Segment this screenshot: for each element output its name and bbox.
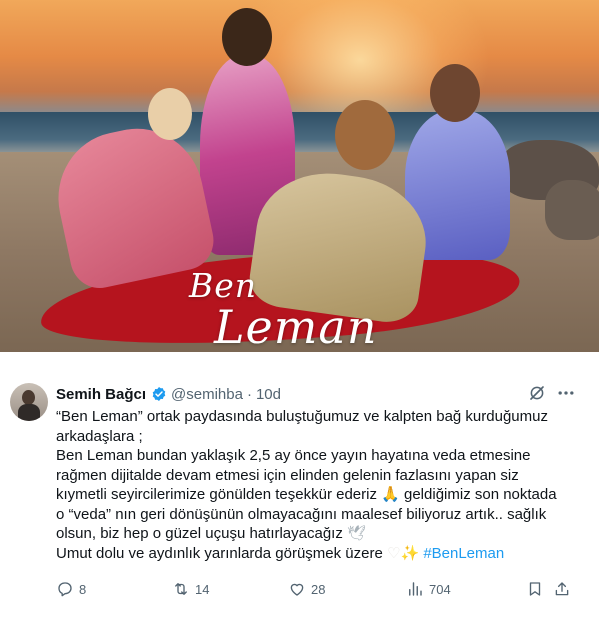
separator: · <box>246 385 252 403</box>
bookmark-button[interactable] <box>526 577 549 601</box>
tweet-text: “Ben Leman” ortak paydasında buluştuğumu… <box>56 407 586 563</box>
tweet-line: arkadaşlara ; <box>56 427 143 445</box>
tweet-line: Umut dolu ve aydınlık yarınlarda görüşme… <box>56 544 586 564</box>
repost-button[interactable]: 14 <box>172 577 209 601</box>
avatar-body <box>18 404 40 421</box>
reply-button[interactable]: 8 <box>56 577 86 601</box>
verified-badge-icon <box>152 387 166 401</box>
views-button[interactable]: 704 <box>406 577 451 601</box>
tweet-text-segment: Umut dolu ve aydınlık yarınlarda görüşme… <box>56 544 383 562</box>
tweet-text-segment: olsun, biz hep o güzel uçuşu hatırlayaca… <box>56 525 343 542</box>
share-button[interactable] <box>553 577 576 601</box>
figure-head <box>335 100 395 170</box>
tweet-line: o “veda” nın geri dönüşünün olmayacağını… <box>56 505 547 523</box>
tweet-line: rağmen dijitalde devam etmesi için elind… <box>56 466 519 484</box>
tweet-line: “Ben Leman” ortak paydasında buluştuğumu… <box>56 408 548 425</box>
more-icon[interactable] <box>556 385 576 401</box>
folded-hands-emoji: 🙏 <box>381 485 400 503</box>
tweet: Semih Bağcı @semihba · 10d “Ben Leman” o… <box>0 375 599 621</box>
figure-head <box>148 88 192 140</box>
sparkles-emoji: ✨ <box>400 543 420 562</box>
tweet-line: olsun, biz hep o güzel uçuşu hatırlayaca… <box>56 524 586 544</box>
reply-icon <box>58 582 72 597</box>
tweet-header: Semih Bağcı @semihba · 10d <box>56 384 281 404</box>
tweet-actions: 8 14 28 704 <box>56 577 586 601</box>
author-handle[interactable]: @semihba <box>171 386 243 403</box>
share-icon <box>555 582 569 596</box>
like-icon <box>290 583 304 596</box>
hashtag-link[interactable]: #BenLeman <box>423 545 504 562</box>
dove-emoji: 🕊 <box>347 524 367 542</box>
figure-head <box>222 8 272 66</box>
view-count: 704 <box>429 581 451 597</box>
repost-count: 14 <box>195 581 210 597</box>
show-logo-leman: Leman <box>214 300 378 352</box>
author-name[interactable]: Semih Bağcı <box>56 386 146 403</box>
white-heart-emoji: ♡ <box>387 543 401 562</box>
tweet-line: kıymetli seyircilerimize gönülden teşekk… <box>56 485 586 505</box>
reply-count: 8 <box>79 581 87 597</box>
avatar-head <box>22 390 35 405</box>
post-image[interactable]: Ben Leman <box>0 0 599 352</box>
tweet-text-segment: kıymetli seyircilerimize gönülden teşekk… <box>56 486 377 503</box>
like-button[interactable]: 28 <box>288 577 325 601</box>
tweet-text-segment: geldiğimiz son noktada <box>399 486 557 503</box>
avatar[interactable] <box>10 383 48 421</box>
views-icon <box>409 582 422 596</box>
driftwood <box>545 180 599 240</box>
like-count: 28 <box>311 581 326 597</box>
grok-icon[interactable] <box>528 384 546 402</box>
bookmark-icon <box>529 582 541 596</box>
timestamp[interactable]: 10d <box>256 386 281 403</box>
figure-head <box>430 64 480 122</box>
tweet-line: Ben Leman bundan yaklaşık 2,5 ay önce ya… <box>56 447 531 464</box>
repost-icon <box>175 583 187 595</box>
